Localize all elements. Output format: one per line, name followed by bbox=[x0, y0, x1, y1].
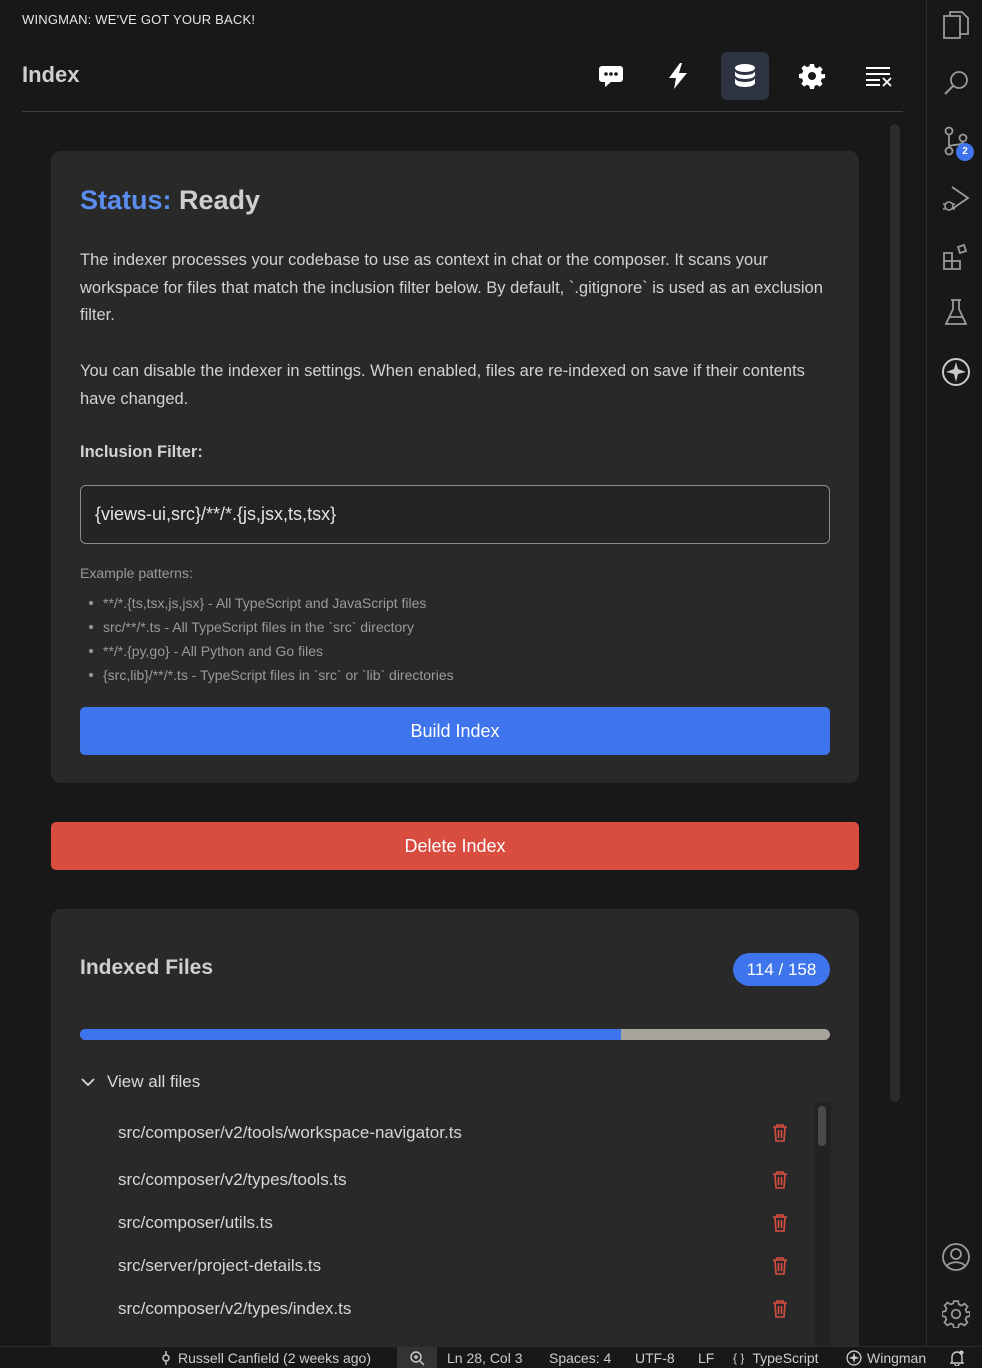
testing-icon bbox=[944, 299, 968, 325]
index-button[interactable] bbox=[721, 52, 769, 100]
run-debug-button[interactable] bbox=[941, 184, 971, 214]
file-list-item[interactable]: src/composer/v2/tools/workspace-navigato… bbox=[118, 1118, 798, 1148]
status-card: Status: Ready The indexer processes your… bbox=[51, 151, 859, 783]
line-ending[interactable]: LF bbox=[698, 1347, 714, 1368]
explorer-icon bbox=[943, 11, 969, 39]
indexed-files-card: Indexed Files 114 / 158 View all files s… bbox=[51, 909, 859, 1346]
delete-index-button[interactable]: Delete Index bbox=[51, 822, 859, 870]
file-count-badge: 114 / 158 bbox=[733, 953, 830, 986]
trash-icon[interactable] bbox=[772, 1213, 788, 1232]
example-patterns-list: **/*.{ts,tsx,js,jsx} - All TypeScript an… bbox=[80, 591, 454, 687]
wingman-button[interactable] bbox=[941, 357, 971, 387]
wingman-status[interactable]: Wingman bbox=[846, 1347, 926, 1368]
list-item: **/*.{py,go} - All Python and Go files bbox=[80, 639, 454, 663]
accounts-button[interactable] bbox=[941, 1242, 971, 1272]
braces-icon: { } bbox=[733, 1350, 745, 1365]
example-patterns-title: Example patterns: bbox=[80, 565, 193, 581]
file-list-item[interactable]: src/composer/v2/types/index.ts bbox=[118, 1294, 798, 1324]
scm-count-badge: 2 bbox=[956, 143, 974, 161]
file-list-scrollbar[interactable] bbox=[815, 1102, 831, 1346]
view-all-files-toggle[interactable]: View all files bbox=[80, 1071, 200, 1093]
bell-icon bbox=[950, 1350, 964, 1366]
notifications-button[interactable] bbox=[950, 1347, 964, 1368]
database-icon bbox=[735, 64, 755, 87]
inclusion-filter-input[interactable]: {views-ui,src}/**/*.{js,jsx,ts,tsx} bbox=[80, 485, 830, 544]
file-list-item[interactable]: src/composer/v2/types/tools.ts bbox=[118, 1165, 798, 1195]
search-icon bbox=[944, 71, 968, 95]
trash-icon[interactable] bbox=[772, 1256, 788, 1275]
testing-button[interactable] bbox=[941, 298, 971, 328]
chevron-down-icon bbox=[81, 1078, 95, 1087]
file-list-item[interactable]: src/server/project-details.ts bbox=[118, 1251, 798, 1281]
status-key: Status: bbox=[80, 185, 172, 215]
file-path: src/composer/v2/types/tools.ts bbox=[118, 1170, 347, 1189]
list-item: {src,lib}/**/*.ts - TypeScript files in … bbox=[80, 663, 454, 687]
settings-description: You can disable the indexer in settings.… bbox=[80, 362, 805, 408]
wingman-status-label: Wingman bbox=[867, 1349, 927, 1366]
zoom-icon bbox=[410, 1351, 425, 1366]
status-value: Ready bbox=[179, 185, 261, 215]
zoom-button[interactable] bbox=[397, 1347, 437, 1368]
list-item: src/**/*.ts - All TypeScript files in th… bbox=[80, 615, 454, 639]
view-all-files-label: View all files bbox=[107, 1072, 201, 1091]
explorer-button[interactable] bbox=[941, 10, 971, 40]
status-bar: Russell Canfield (2 weeks ago) Ln 28, Co… bbox=[0, 1346, 982, 1368]
chat-button[interactable] bbox=[587, 52, 635, 100]
file-path: src/server/project-details.ts bbox=[118, 1256, 322, 1275]
panel-scrollbar[interactable] bbox=[890, 124, 900, 1102]
git-blame-text: Russell Canfield (2 weeks ago) bbox=[178, 1349, 371, 1366]
lightning-icon bbox=[669, 63, 687, 89]
file-path: src/composer/utils.ts bbox=[118, 1213, 273, 1232]
index-progress-fill bbox=[80, 1029, 622, 1040]
panel-header: Index bbox=[22, 48, 903, 112]
gear-icon bbox=[799, 64, 825, 89]
run-debug-icon bbox=[943, 186, 970, 211]
clear-button[interactable] bbox=[855, 52, 903, 100]
trash-icon[interactable] bbox=[772, 1299, 788, 1318]
page-title: Index bbox=[22, 62, 80, 87]
manage-button[interactable] bbox=[941, 1299, 971, 1329]
trash-icon[interactable] bbox=[772, 1170, 788, 1189]
panel-title: WINGMAN: WE'VE GOT YOUR BACK! bbox=[22, 12, 256, 27]
clear-list-icon bbox=[866, 67, 892, 87]
git-commit-icon bbox=[162, 1351, 170, 1365]
cursor-position[interactable]: Ln 28, Col 3 bbox=[447, 1347, 523, 1368]
compose-button[interactable] bbox=[654, 52, 702, 100]
file-list-scroll-thumb[interactable] bbox=[818, 1106, 826, 1146]
file-list-item[interactable]: src/composer/utils.ts bbox=[118, 1208, 798, 1238]
indentation[interactable]: Spaces: 4 bbox=[549, 1347, 611, 1368]
language-mode[interactable]: { } TypeScript bbox=[733, 1347, 819, 1368]
trash-icon[interactable] bbox=[772, 1123, 788, 1142]
file-path: src/composer/v2/types/index.ts bbox=[118, 1299, 352, 1318]
chat-icon bbox=[599, 66, 623, 87]
index-progress-bar bbox=[80, 1029, 830, 1040]
settings-button[interactable] bbox=[788, 52, 836, 100]
build-index-button[interactable]: Build Index bbox=[80, 707, 830, 755]
activity-bar: 2 bbox=[926, 0, 982, 1346]
app-window: WINGMAN: WE'VE GOT YOUR BACK! Index Stat… bbox=[0, 0, 982, 1368]
language-label: TypeScript bbox=[752, 1349, 819, 1366]
indexer-description: The indexer processes your codebase to u… bbox=[80, 251, 823, 324]
git-blame-item[interactable]: Russell Canfield (2 weeks ago) bbox=[160, 1347, 371, 1368]
status-heading: Status: Ready bbox=[80, 185, 260, 216]
wingman-icon bbox=[942, 358, 970, 386]
file-path: src/composer/v2/tools/workspace-navigato… bbox=[118, 1123, 462, 1142]
wingman-panel: WINGMAN: WE'VE GOT YOUR BACK! Index Stat… bbox=[0, 0, 926, 1346]
accounts-icon bbox=[942, 1243, 970, 1271]
manage-gear-icon bbox=[942, 1300, 970, 1328]
indexed-files-title: Indexed Files bbox=[80, 956, 214, 979]
wingman-status-icon bbox=[846, 1350, 862, 1366]
extensions-icon bbox=[943, 243, 968, 270]
encoding[interactable]: UTF-8 bbox=[635, 1347, 675, 1368]
list-item: **/*.{ts,tsx,js,jsx} - All TypeScript an… bbox=[80, 591, 454, 615]
search-button[interactable] bbox=[941, 68, 971, 98]
inclusion-filter-label: Inclusion Filter: bbox=[80, 443, 203, 461]
extensions-button[interactable] bbox=[941, 242, 971, 272]
